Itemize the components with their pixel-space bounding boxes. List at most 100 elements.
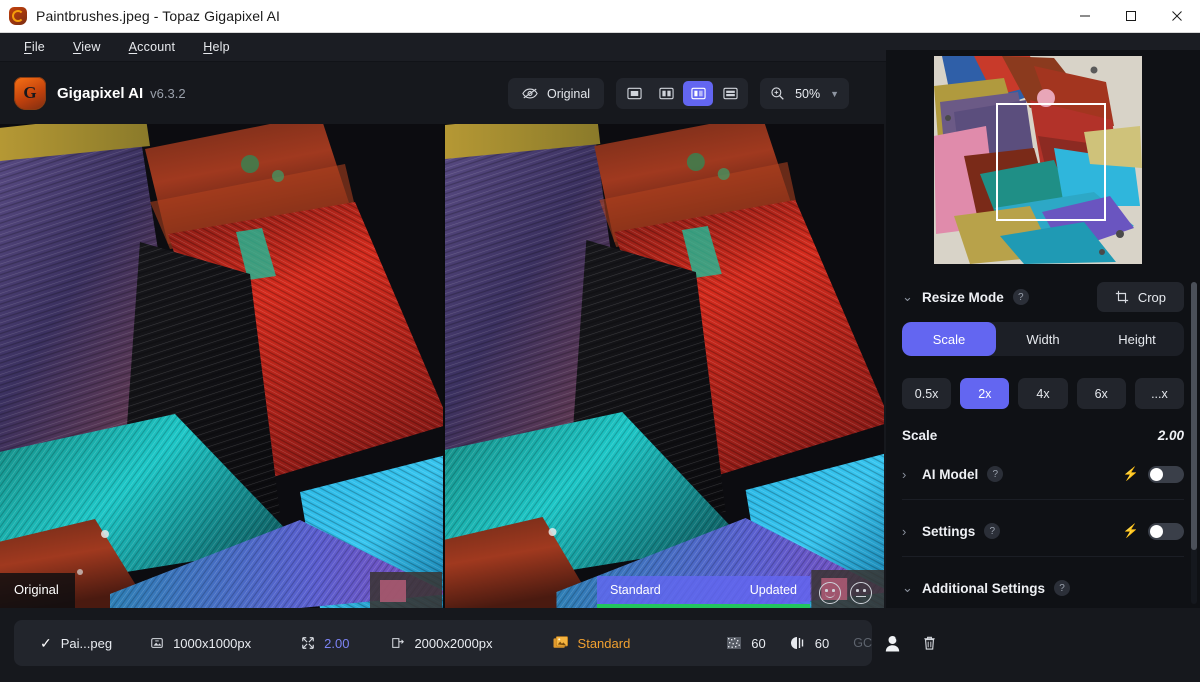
auto-bolt-icon: ⚡ [1122, 466, 1139, 481]
resize-mode-tabs: Scale Width Height [902, 322, 1184, 356]
brand-mark: G [23, 83, 37, 102]
image-in-icon [150, 636, 164, 650]
settings-scroll-area: ⌄ Resize Mode ? Crop Scale Width Height … [886, 274, 1200, 608]
ai-model-section[interactable]: › AI Model ? ⚡ [902, 449, 1184, 499]
tab-height[interactable]: Height [1090, 322, 1184, 356]
topaz-shield-icon [9, 7, 27, 25]
file-name: Pai...peg [60, 635, 113, 651]
additional-settings-title: Additional Settings [922, 580, 1045, 596]
original-image [0, 124, 443, 608]
chevron-right-icon[interactable]: › [902, 467, 922, 482]
menu-help[interactable]: Help [189, 36, 244, 58]
noise-icon [726, 636, 742, 650]
face-recovery-button[interactable] [884, 635, 902, 652]
face-recovery-icon [884, 635, 902, 652]
crop-label: Crop [1137, 289, 1166, 305]
help-icon[interactable]: ? [1054, 580, 1070, 596]
thumbs-up-face-icon[interactable] [819, 582, 841, 604]
input-size: 1000x1000px [173, 635, 252, 651]
navigator-thumbnail[interactable] [934, 56, 1142, 264]
gc-label: GC [853, 636, 872, 650]
settings-section[interactable]: › Settings ? ⚡ [902, 506, 1184, 556]
eye-slash-icon [522, 87, 538, 100]
version-label: v6.3.2 [150, 85, 186, 101]
feedback-buttons [819, 582, 872, 604]
menu-help-rest: elp [212, 40, 230, 54]
scale-preset-4x[interactable]: 4x [1018, 378, 1068, 409]
menu-view-rest: iew [81, 40, 101, 54]
chevron-down-icon[interactable]: ⌄ [902, 289, 922, 305]
split-pane-icon[interactable] [651, 81, 681, 106]
tab-scale[interactable]: Scale [902, 322, 996, 356]
help-icon[interactable]: ? [984, 523, 1001, 539]
scale-preset-0.5x[interactable]: 0.5x [902, 378, 952, 409]
delete-button[interactable] [922, 635, 937, 651]
compare-right-label: Updated [749, 583, 797, 597]
scale-preset-custom[interactable]: ...x [1134, 378, 1185, 409]
scale-entry: 2.00 [301, 636, 349, 651]
menu-account[interactable]: Account [115, 36, 190, 58]
menu-file[interactable]: File [10, 36, 59, 58]
right-panel: ⌄ Resize Mode ? Crop Scale Width Height … [886, 50, 1200, 608]
resize-mode-header[interactable]: ⌄ Resize Mode ? Crop [902, 274, 1184, 320]
help-icon[interactable]: ? [1012, 289, 1029, 305]
gc-entry: GC [853, 636, 872, 650]
zoom-control[interactable]: 50% ▼ [760, 78, 850, 109]
single-pane-icon[interactable] [619, 81, 649, 106]
scale-label: Scale [902, 428, 938, 443]
ai-model-toggle[interactable] [1148, 465, 1184, 483]
panel-scrollbar[interactable] [1191, 282, 1197, 604]
gigapixel-logo-icon: G [14, 76, 46, 110]
check-icon: ✓ [40, 634, 52, 651]
model-entry[interactable]: Standard [553, 636, 630, 651]
neutral-face-icon[interactable] [850, 582, 872, 604]
settings-toggle[interactable] [1148, 522, 1184, 540]
scale-preset-6x[interactable]: 6x [1076, 378, 1126, 409]
tab-width[interactable]: Width [996, 322, 1090, 356]
grid-pane-icon[interactable] [715, 81, 745, 106]
help-icon[interactable]: ? [987, 466, 1004, 482]
image-out-icon [391, 636, 405, 650]
close-button[interactable] [1154, 0, 1200, 33]
divider [902, 499, 1184, 500]
ai-model-title: AI Model [922, 466, 979, 482]
chevron-down-icon[interactable]: ⌄ [902, 580, 922, 596]
brand-name: Gigapixel AI [57, 84, 144, 102]
scale-presets: 0.5x 2x 4x 6x ...x [902, 378, 1185, 409]
settings-title: Settings [922, 523, 976, 539]
window-title: Paintbrushes.jpeg - Topaz Gigapixel AI [36, 8, 281, 24]
menu-view[interactable]: View [59, 36, 115, 58]
menu-file-rest: ile [31, 40, 45, 54]
scrollbar-thumb[interactable] [1191, 282, 1197, 550]
navigator-viewport-rect[interactable] [996, 103, 1106, 221]
file-status-bar: ✓ Pai...peg 1000x1000px 2.00 2000x2000px… [14, 620, 935, 666]
menu-account-rest: ccount [137, 40, 176, 54]
chevron-down-icon[interactable]: ▼ [830, 89, 839, 99]
sharpen-icon [790, 636, 806, 650]
resize-mode-title: Resize Mode [922, 289, 1004, 305]
image-compare-canvas[interactable]: Original Standard Updated [0, 124, 884, 608]
minimize-button[interactable] [1062, 0, 1108, 33]
chevron-right-icon[interactable]: › [902, 524, 922, 539]
additional-settings-section[interactable]: ⌄ Additional Settings ? [902, 563, 1184, 608]
resize-arrows-icon [301, 636, 315, 650]
updated-image-pane[interactable] [443, 124, 884, 608]
zoom-level-value: 50% [795, 86, 821, 101]
output-size-entry: 2000x2000px [391, 636, 493, 651]
brand: G Gigapixel AI v6.3.2 [14, 76, 186, 110]
original-toggle-button[interactable]: Original [508, 78, 605, 109]
original-image-pane[interactable]: Original [0, 124, 443, 608]
original-label: Original [547, 86, 591, 101]
side-by-side-icon[interactable] [683, 81, 714, 106]
compare-left-label: Standard [610, 583, 661, 597]
maximize-button[interactable] [1108, 0, 1154, 33]
crop-button[interactable]: Crop [1096, 282, 1184, 312]
window-controls [1062, 0, 1200, 33]
sharpen-entry: 60 [790, 636, 829, 651]
scale-preset-2x[interactable]: 2x [960, 378, 1010, 409]
file-entry[interactable]: ✓ Pai...peg [40, 635, 112, 652]
scale-value: 2.00 [1157, 428, 1184, 443]
bottom-bar: ✓ Pai...peg 1000x1000px 2.00 2000x2000px… [0, 608, 1200, 682]
scale-factor: 2.00 [324, 635, 350, 651]
updated-image [445, 124, 884, 608]
